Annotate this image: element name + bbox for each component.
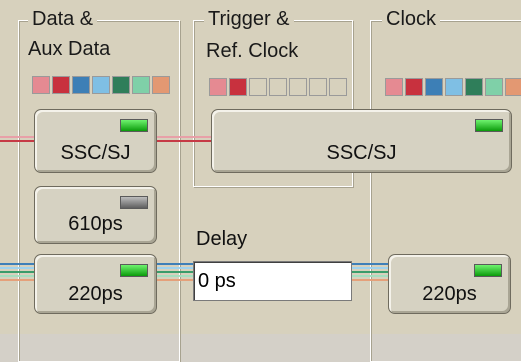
- delay-610ps-button[interactable]: 610ps: [34, 186, 157, 244]
- swatch: [329, 78, 347, 96]
- clock-swatches: [385, 78, 521, 96]
- bus-signal-lines-middle: [156, 263, 194, 283]
- swatch: [92, 76, 110, 94]
- swatch: [132, 76, 150, 94]
- data-aux-swatches: [32, 76, 170, 94]
- signal-line: [0, 136, 34, 138]
- signal-line: [0, 279, 34, 281]
- signal-line: [156, 263, 194, 265]
- swatch: [309, 78, 327, 96]
- signal-line: [351, 275, 389, 277]
- swatch: [425, 78, 443, 96]
- ssc-sj-trigger-clock-button-label: SSC/SJ: [326, 142, 397, 164]
- swatch: [249, 78, 267, 96]
- swatch: [405, 78, 423, 96]
- signal-line: [0, 140, 34, 142]
- delay-220ps-clock-button-label: 220ps: [422, 283, 477, 305]
- swatch: [485, 78, 503, 96]
- ssc-signal-lines-left: [0, 136, 34, 144]
- status-led-icon: [475, 119, 503, 132]
- status-led-icon: [120, 196, 148, 209]
- swatch: [289, 78, 307, 96]
- ssc-sj-data-button[interactable]: SSC/SJ: [34, 109, 157, 173]
- status-led-icon: [120, 119, 148, 132]
- delay-input[interactable]: [193, 261, 352, 301]
- trigger-ref-swatches: [209, 78, 347, 96]
- trigger-ref-group-title-1: Trigger &: [204, 8, 294, 30]
- signal-line: [156, 267, 194, 269]
- delay-220ps-data-button[interactable]: 220ps: [34, 254, 157, 314]
- delay-label: Delay: [196, 228, 248, 250]
- swatch: [32, 76, 50, 94]
- signal-line: [351, 267, 389, 269]
- signal-line: [156, 140, 212, 142]
- swatch: [505, 78, 521, 96]
- swatch: [465, 78, 483, 96]
- delay-610ps-button-label: 610ps: [68, 213, 123, 235]
- signal-routing-panel: Data & Aux Data Trigger & Ref. Clock Clo…: [0, 0, 521, 362]
- signal-line: [0, 267, 34, 269]
- status-led-icon: [120, 264, 148, 277]
- ssc-sj-trigger-clock-button[interactable]: SSC/SJ: [211, 109, 512, 173]
- ssc-sj-data-button-label: SSC/SJ: [60, 142, 131, 164]
- swatch: [112, 76, 130, 94]
- swatch: [52, 76, 70, 94]
- clock-group-title: Clock: [382, 8, 441, 30]
- signal-line: [0, 263, 34, 265]
- swatch: [269, 78, 287, 96]
- signal-line: [156, 279, 194, 281]
- ssc-signal-lines-middle: [156, 136, 212, 144]
- signal-line: [156, 271, 194, 273]
- bus-signal-lines-right: [351, 263, 389, 283]
- bus-signal-lines-left: [0, 263, 34, 283]
- signal-line: [0, 275, 34, 277]
- delay-220ps-data-button-label: 220ps: [68, 283, 123, 305]
- swatch: [152, 76, 170, 94]
- signal-line: [156, 136, 212, 138]
- signal-line: [156, 275, 194, 277]
- status-led-icon: [474, 264, 502, 277]
- swatch: [209, 78, 227, 96]
- trigger-ref-group-title-2: Ref. Clock: [206, 40, 299, 62]
- signal-line: [0, 271, 34, 273]
- swatch: [229, 78, 247, 96]
- signal-line: [351, 271, 389, 273]
- signal-line: [351, 279, 389, 281]
- swatch: [445, 78, 463, 96]
- data-aux-group-title-1: Data &: [28, 8, 98, 30]
- signal-line: [351, 263, 389, 265]
- swatch: [72, 76, 90, 94]
- delay-220ps-clock-button[interactable]: 220ps: [388, 254, 511, 314]
- swatch: [385, 78, 403, 96]
- data-aux-group-title-2: Aux Data: [28, 38, 111, 60]
